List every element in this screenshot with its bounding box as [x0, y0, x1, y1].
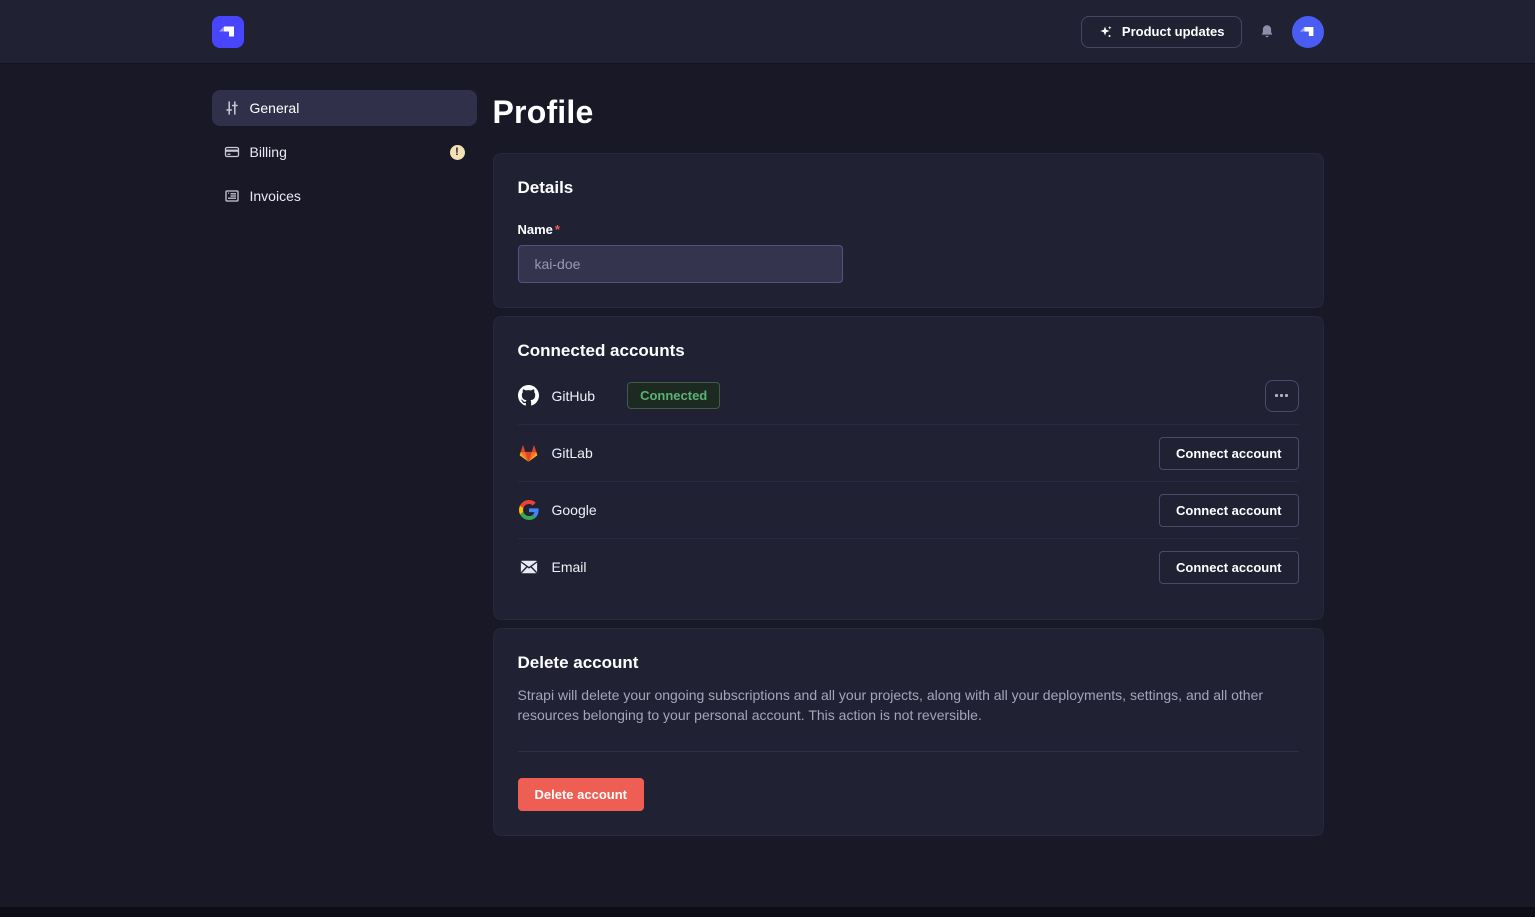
google-icon	[518, 500, 540, 520]
sidebar-item-general[interactable]: General	[212, 90, 477, 126]
gitlab-connect-account-button[interactable]: Connect account	[1159, 437, 1298, 470]
account-row-github: GitHub Connected	[518, 367, 1299, 424]
details-card: Details Name*	[493, 153, 1324, 308]
topbar: Product updates	[0, 0, 1535, 64]
account-row-gitlab: GitLab Connect account	[518, 424, 1299, 481]
user-avatar[interactable]	[1292, 16, 1324, 48]
delete-account-card: Delete account Strapi will delete your o…	[493, 628, 1324, 836]
product-updates-label: Product updates	[1122, 24, 1225, 39]
delete-account-title: Delete account	[518, 653, 1299, 673]
delete-account-description: Strapi will delete your ongoing subscrip…	[518, 685, 1299, 725]
sidebar-item-label: Billing	[250, 144, 287, 160]
product-updates-button[interactable]: Product updates	[1081, 16, 1242, 48]
sidebar-item-label: General	[250, 100, 300, 116]
delete-account-button[interactable]: Delete account	[518, 778, 644, 811]
sidebar-item-billing[interactable]: Billing !	[212, 134, 477, 170]
invoice-icon	[224, 188, 240, 204]
name-input[interactable]	[518, 245, 843, 283]
sidebar-item-label: Invoices	[250, 188, 301, 204]
account-row-google: Google Connect account	[518, 481, 1299, 538]
strapi-logo[interactable]	[212, 16, 244, 48]
name-field-label: Name*	[518, 222, 1299, 237]
account-name: GitLab	[552, 445, 593, 461]
main-content: Profile Details Name* Connected accounts	[493, 90, 1324, 884]
credit-card-icon	[224, 144, 240, 160]
bottom-strip	[0, 907, 1535, 917]
github-more-options-button[interactable]	[1265, 380, 1299, 412]
divider	[518, 751, 1299, 752]
connected-status-badge: Connected	[627, 382, 720, 409]
account-name: GitHub	[552, 388, 596, 404]
google-connect-account-button[interactable]: Connect account	[1159, 494, 1298, 527]
connected-accounts-card: Connected accounts GitHub Connected	[493, 316, 1324, 620]
account-name: Google	[552, 502, 597, 518]
notifications-bell-button[interactable]	[1258, 23, 1276, 41]
page-title: Profile	[493, 94, 1324, 131]
account-row-email: Email Connect account	[518, 538, 1299, 595]
gitlab-icon	[518, 443, 540, 464]
github-icon	[518, 385, 540, 406]
bell-icon	[1258, 23, 1276, 41]
sliders-icon	[224, 100, 240, 116]
details-card-title: Details	[518, 178, 1299, 198]
connected-accounts-title: Connected accounts	[518, 341, 1299, 361]
strapi-mark-icon	[218, 22, 238, 42]
avatar-strapi-mark-icon	[1299, 23, 1317, 41]
sparkle-icon	[1098, 24, 1114, 40]
required-asterisk: *	[555, 222, 560, 237]
account-name: Email	[552, 559, 587, 575]
sidebar-item-invoices[interactable]: Invoices	[212, 178, 477, 214]
email-connect-account-button[interactable]: Connect account	[1159, 551, 1298, 584]
billing-warning-badge: !	[450, 145, 465, 160]
settings-sidebar: General Billing !	[212, 90, 477, 884]
email-icon	[518, 557, 540, 577]
